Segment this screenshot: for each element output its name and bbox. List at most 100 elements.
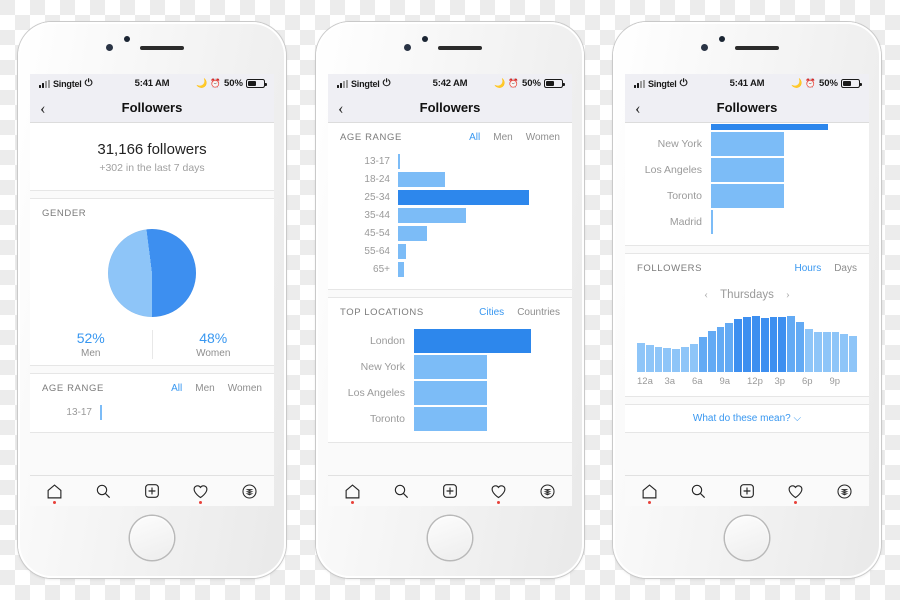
top-locations-card: New York Los Angeles Toronto Madrid xyxy=(625,123,869,246)
gender-pie-chart xyxy=(108,229,196,317)
table-row: 65+ xyxy=(340,261,560,277)
segment-countries[interactable]: Countries xyxy=(517,307,560,318)
bar-9a xyxy=(716,327,725,372)
tab-profile[interactable] xyxy=(237,480,263,502)
segment-men[interactable]: Men xyxy=(195,383,214,394)
tab-add-post[interactable] xyxy=(437,480,463,502)
locations-segment-control[interactable]: Cities Countries xyxy=(479,307,560,318)
status-bar: Singtel ⏻ 5:41 AM 🌙 ⏰ 50% xyxy=(625,74,869,93)
tab-home[interactable] xyxy=(339,480,365,504)
age-range-segment-control[interactable]: All Men Women xyxy=(469,132,560,143)
phone-3-content: New York Los Angeles Toronto Madrid FOLL… xyxy=(625,123,869,475)
segment-all[interactable]: All xyxy=(469,132,480,143)
proximity-sensor-icon xyxy=(106,44,113,51)
tab-search[interactable] xyxy=(685,480,711,502)
page-title: Followers xyxy=(121,100,183,115)
phone-2-bezel-top xyxy=(316,22,584,74)
table-row: 18-24 xyxy=(340,171,560,187)
what-do-these-mean-card[interactable]: What do these mean? ⌵ xyxy=(625,404,869,433)
table-row: 13-17 xyxy=(42,404,262,420)
prev-day-button[interactable]: ‹ xyxy=(704,287,708,302)
segment-women[interactable]: Women xyxy=(526,132,560,143)
age-range-card: AGE RANGE All Men Women 13-17 xyxy=(30,373,274,433)
tab-add-post[interactable] xyxy=(139,480,165,502)
segment-days[interactable]: Days xyxy=(834,263,857,274)
signal-bars-icon xyxy=(337,79,348,88)
day-navigator[interactable]: ‹ Thursdays › xyxy=(625,280,869,304)
status-bar: Singtel ⏻ 5:42 AM 🌙 ⏰ 50% xyxy=(328,74,572,93)
back-button[interactable]: ‹ xyxy=(635,99,641,116)
bar-8p xyxy=(813,332,822,372)
wifi-icon: ⏻ xyxy=(382,77,391,89)
top-locations-card: TOP LOCATIONS Cities Countries London Ne… xyxy=(328,297,572,443)
back-button[interactable]: ‹ xyxy=(338,99,344,116)
battery-icon xyxy=(544,79,565,88)
segment-all[interactable]: All xyxy=(171,383,182,394)
bar-fill xyxy=(414,380,487,405)
alarm-clock-icon: ⏰ xyxy=(805,78,816,88)
tab-search[interactable] xyxy=(388,480,414,502)
tick-3p: 3p xyxy=(774,376,786,387)
profile-icon xyxy=(540,483,555,499)
tab-bar[interactable] xyxy=(328,475,572,506)
tab-search[interactable] xyxy=(90,480,116,502)
next-day-button[interactable]: › xyxy=(786,287,790,302)
segment-women[interactable]: Women xyxy=(228,383,262,394)
status-bar: Singtel ⏻ 5:41 AM 🌙 ⏰ 50% xyxy=(30,74,274,93)
heart-icon xyxy=(491,484,506,498)
wifi-icon: ⏻ xyxy=(679,77,688,89)
tab-home[interactable] xyxy=(41,480,67,504)
tick-9a: 9a xyxy=(719,376,731,387)
bar-label: Toronto xyxy=(369,412,405,425)
screenshot-stage: Singtel ⏻ 5:41 AM 🌙 ⏰ 50% ‹ Followers 31… xyxy=(0,0,900,600)
home-button[interactable] xyxy=(428,516,472,560)
tab-home[interactable] xyxy=(636,480,662,504)
battery-percent-label: 50% xyxy=(223,78,243,89)
bar-label: Madrid xyxy=(669,215,702,228)
tab-bar[interactable] xyxy=(625,475,869,506)
phone-2-screen: Singtel ⏻ 5:42 AM 🌙 ⏰ 50% ‹ Followers AG… xyxy=(328,74,572,506)
what-do-these-mean-link[interactable]: What do these mean? ⌵ xyxy=(625,405,869,432)
table-row: Los Angeles xyxy=(637,157,857,182)
tab-activity[interactable] xyxy=(783,480,809,504)
table-row: Toronto xyxy=(340,406,560,431)
bar-label: 55-64 xyxy=(364,245,390,257)
status-time: 5:41 AM xyxy=(729,78,765,89)
home-button[interactable] xyxy=(725,516,769,560)
bar-2p xyxy=(760,318,769,372)
segment-men[interactable]: Men xyxy=(493,132,512,143)
segment-hours[interactable]: Hours xyxy=(795,263,822,274)
segment-cities[interactable]: Cities xyxy=(479,307,504,318)
tab-add-post[interactable] xyxy=(734,480,760,502)
tab-activity[interactable] xyxy=(188,480,214,504)
table-row: 35-44 xyxy=(340,207,560,223)
age-range-bar-chart: 13-17 xyxy=(30,400,274,432)
earpiece-speaker xyxy=(735,46,779,50)
front-camera-icon xyxy=(719,36,725,42)
table-row: London xyxy=(340,328,560,353)
followers-segment-control[interactable]: Hours Days xyxy=(795,263,857,274)
tab-activity[interactable] xyxy=(486,480,512,504)
home-button[interactable] xyxy=(130,516,174,560)
followers-activity-card: FOLLOWERS Hours Days ‹ Thursdays › 12a 3… xyxy=(625,253,869,397)
bar-12a xyxy=(636,343,645,372)
tick-9p: 9p xyxy=(829,376,841,387)
bar-label: 65+ xyxy=(373,263,390,275)
tab-profile[interactable] xyxy=(535,480,561,502)
bar-label: 25-34 xyxy=(364,191,390,203)
tab-bar[interactable] xyxy=(30,475,274,506)
men-percent: 52% xyxy=(76,330,105,346)
search-icon xyxy=(394,484,409,498)
heart-icon xyxy=(193,484,208,498)
status-time: 5:42 AM xyxy=(432,78,468,89)
back-button[interactable]: ‹ xyxy=(40,99,46,116)
bar-7p xyxy=(804,328,813,372)
phone-1-bezel-bottom xyxy=(18,506,286,578)
age-range-segment-control[interactable]: All Men Women xyxy=(171,383,262,394)
tab-profile[interactable] xyxy=(832,480,858,502)
nav-bar: ‹ Followers xyxy=(30,93,274,123)
battery-icon xyxy=(246,79,267,88)
bar-fill xyxy=(711,157,784,182)
gender-card: GENDER 52% Men 48% Women xyxy=(30,198,274,366)
gender-legend-women: 48% Women xyxy=(151,330,275,359)
